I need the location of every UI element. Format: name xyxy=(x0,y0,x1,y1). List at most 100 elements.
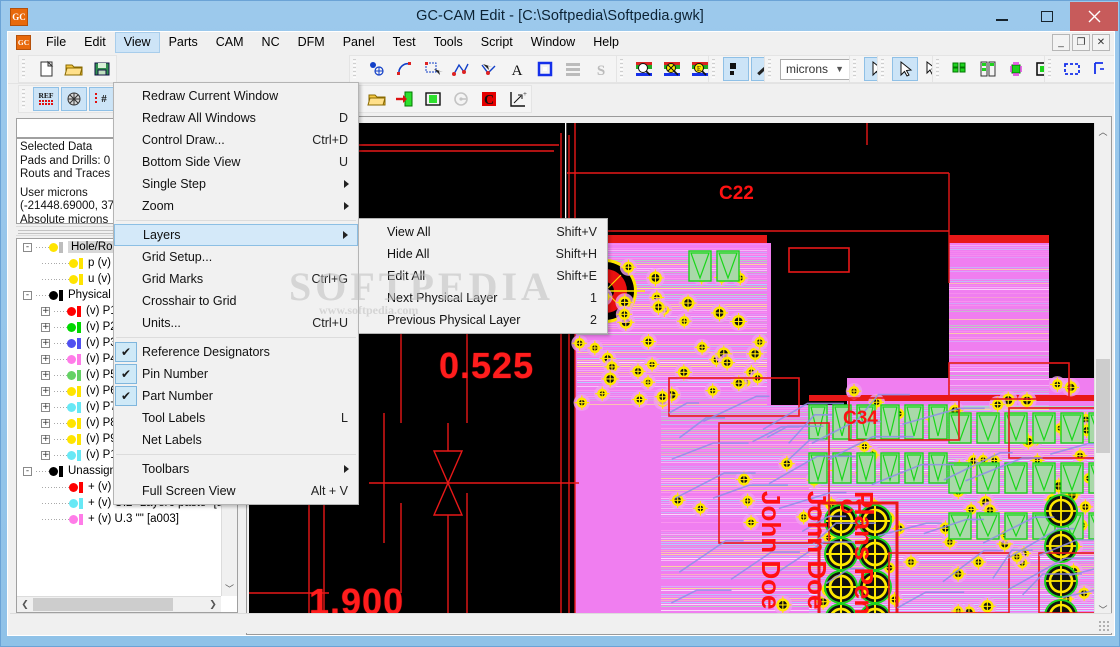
filled-draw-icon[interactable] xyxy=(723,57,749,81)
menu-item-previous-physical-layer[interactable]: Previous Physical Layer 2 xyxy=(359,309,607,331)
zoom-window-icon[interactable] xyxy=(631,57,657,81)
menu-item-pin-number[interactable]: ✔ Pin Number xyxy=(114,363,358,385)
menu-item-full-screen-view[interactable]: Full Screen View Alt + V xyxy=(114,480,358,502)
layer-color-dot[interactable] xyxy=(67,402,76,412)
menu-tools[interactable]: Tools xyxy=(425,32,472,53)
save-file-icon[interactable] xyxy=(89,57,115,81)
window-close-button[interactable] xyxy=(1070,2,1118,31)
layer-color-dot[interactable] xyxy=(67,338,76,348)
window-minimize-button[interactable] xyxy=(980,2,1024,30)
expand-icon[interactable]: + xyxy=(41,306,50,316)
tree-item[interactable]: + (v) U.3 "" [a003] xyxy=(17,511,221,527)
expand-icon[interactable]: + xyxy=(41,434,50,444)
copper-pour-icon[interactable]: C xyxy=(476,87,502,111)
menu-item-edit-all[interactable]: Edit All Shift+E xyxy=(359,265,607,287)
layer-color-dot[interactable] xyxy=(67,386,76,396)
mdi-restore-button[interactable]: ❐ xyxy=(1072,34,1090,51)
toolbar-drag-handle[interactable] xyxy=(1048,59,1055,79)
toolbar-drag-handle[interactable] xyxy=(881,59,888,79)
tree-scroll-down-arrow[interactable]: ﹀ xyxy=(222,580,237,596)
menu-view[interactable]: View xyxy=(114,32,160,53)
layer-color-dot[interactable] xyxy=(69,274,78,284)
toolbar-drag-handle[interactable] xyxy=(22,89,29,109)
polyline-tool-icon[interactable] xyxy=(448,57,474,81)
menu-file[interactable]: File xyxy=(37,32,75,53)
menu-test[interactable]: Test xyxy=(384,32,425,53)
select-arrow-icon[interactable] xyxy=(892,57,918,81)
panel-step-icon[interactable] xyxy=(975,57,1001,81)
new-file-icon[interactable] xyxy=(33,57,59,81)
part-place-icon[interactable] xyxy=(1003,57,1029,81)
expand-icon[interactable]: + xyxy=(41,386,50,396)
menu-item-units[interactable]: Units... Ctrl+U xyxy=(114,312,358,334)
menu-item-zoom[interactable]: Zoom xyxy=(114,195,358,217)
netlist-view-icon[interactable] xyxy=(61,87,87,111)
menu-item-crosshair-to-grid[interactable]: Crosshair to Grid xyxy=(114,290,358,312)
expand-icon[interactable]: + xyxy=(41,322,50,332)
collapse-icon[interactable]: - xyxy=(23,466,32,476)
pin-number-toggle-icon[interactable]: # xyxy=(89,87,115,111)
menu-item-control-draw[interactable]: Control Draw... Ctrl+D xyxy=(114,129,358,151)
layer-color-dot[interactable] xyxy=(69,498,78,508)
rotate-step-icon[interactable] xyxy=(448,87,474,111)
menu-cam[interactable]: CAM xyxy=(207,32,253,53)
menu-nc[interactable]: NC xyxy=(253,32,289,53)
mdi-minimize-button[interactable]: _ xyxy=(1052,34,1070,51)
text-tool-icon[interactable]: A xyxy=(504,57,530,81)
canvas-scroll-up-arrow[interactable]: ︿ xyxy=(1095,123,1111,139)
collapse-icon[interactable]: - xyxy=(23,290,32,300)
layer-fill-icon[interactable] xyxy=(420,87,446,111)
stack-tool-icon[interactable] xyxy=(560,57,586,81)
toolbar-drag-handle[interactable] xyxy=(353,59,360,79)
toolbar-drag-handle[interactable] xyxy=(712,59,719,79)
tree-hscroll-thumb[interactable] xyxy=(33,598,173,611)
reference-designator-toggle-icon[interactable]: REF xyxy=(33,87,59,111)
expand-icon[interactable]: + xyxy=(41,402,50,412)
menu-item-view-all[interactable]: View All Shift+V xyxy=(359,221,607,243)
menu-item-layers[interactable]: Layers xyxy=(114,224,358,246)
toolbar-drag-handle[interactable] xyxy=(853,59,860,79)
units-select[interactable]: microns ▼ xyxy=(780,58,850,80)
menu-item-reference-designators[interactable]: ✔ Reference Designators xyxy=(114,341,358,363)
point-tool-icon[interactable] xyxy=(364,57,390,81)
layer-color-dot[interactable] xyxy=(69,258,78,268)
menu-item-part-number[interactable]: ✔ Part Number xyxy=(114,385,358,407)
window-maximize-button[interactable] xyxy=(1025,2,1069,30)
canvas-vertical-scrollbar[interactable]: ︿ ﹀ xyxy=(1094,123,1111,617)
menu-item-net-labels[interactable]: Net Labels xyxy=(114,429,358,451)
expand-icon[interactable]: + xyxy=(41,338,50,348)
pcb-design-canvas[interactable]: 0.5251.9001.625John DoeJohn DoePlans Pen… xyxy=(249,123,1094,617)
menu-item-redraw-all-windows[interactable]: Redraw All Windows D xyxy=(114,107,358,129)
layer-color-dot[interactable] xyxy=(67,322,76,332)
menu-item-grid-marks[interactable]: Grid Marks Ctrl+G xyxy=(114,268,358,290)
tree-scroll-left-arrow[interactable]: ❮ xyxy=(17,597,33,612)
menu-script[interactable]: Script xyxy=(472,32,522,53)
menu-help[interactable]: Help xyxy=(584,32,628,53)
menu-panel[interactable]: Panel xyxy=(334,32,384,53)
resize-grip[interactable] xyxy=(1098,620,1110,632)
mdi-close-button[interactable]: ✕ xyxy=(1092,34,1110,51)
expand-icon[interactable]: + xyxy=(41,450,50,460)
layer-color-dot[interactable] xyxy=(69,482,78,492)
layer-color-dot[interactable] xyxy=(49,242,58,252)
layer-color-dot[interactable] xyxy=(67,434,76,444)
canvas-vscroll-thumb[interactable] xyxy=(1096,359,1110,453)
layer-color-dot[interactable] xyxy=(67,418,76,428)
expand-icon[interactable]: + xyxy=(41,354,50,364)
rect-tool-icon[interactable] xyxy=(420,57,446,81)
toolbar-drag-handle[interactable] xyxy=(22,59,29,79)
open-file-icon[interactable] xyxy=(61,57,87,81)
toolbar-drag-handle[interactable] xyxy=(768,59,775,79)
layer-color-dot[interactable] xyxy=(49,466,58,476)
marquee-select-icon[interactable] xyxy=(1059,57,1085,81)
toolbar-drag-handle[interactable] xyxy=(936,59,943,79)
tree-scroll-right-arrow[interactable]: ❯ xyxy=(205,597,221,612)
menu-item-bottom-side-view[interactable]: Bottom Side View U xyxy=(114,151,358,173)
pad-tool-icon[interactable] xyxy=(532,57,558,81)
expand-icon[interactable]: + xyxy=(41,418,50,428)
layers-submenu[interactable]: View All Shift+V Hide All Shift+H Edit All Sh… xyxy=(358,218,608,334)
datum-icon[interactable]: + xyxy=(504,87,530,111)
arc-tool-icon[interactable] xyxy=(392,57,418,81)
menu-edit[interactable]: Edit xyxy=(75,32,115,53)
menu-dfm[interactable]: DFM xyxy=(289,32,334,53)
